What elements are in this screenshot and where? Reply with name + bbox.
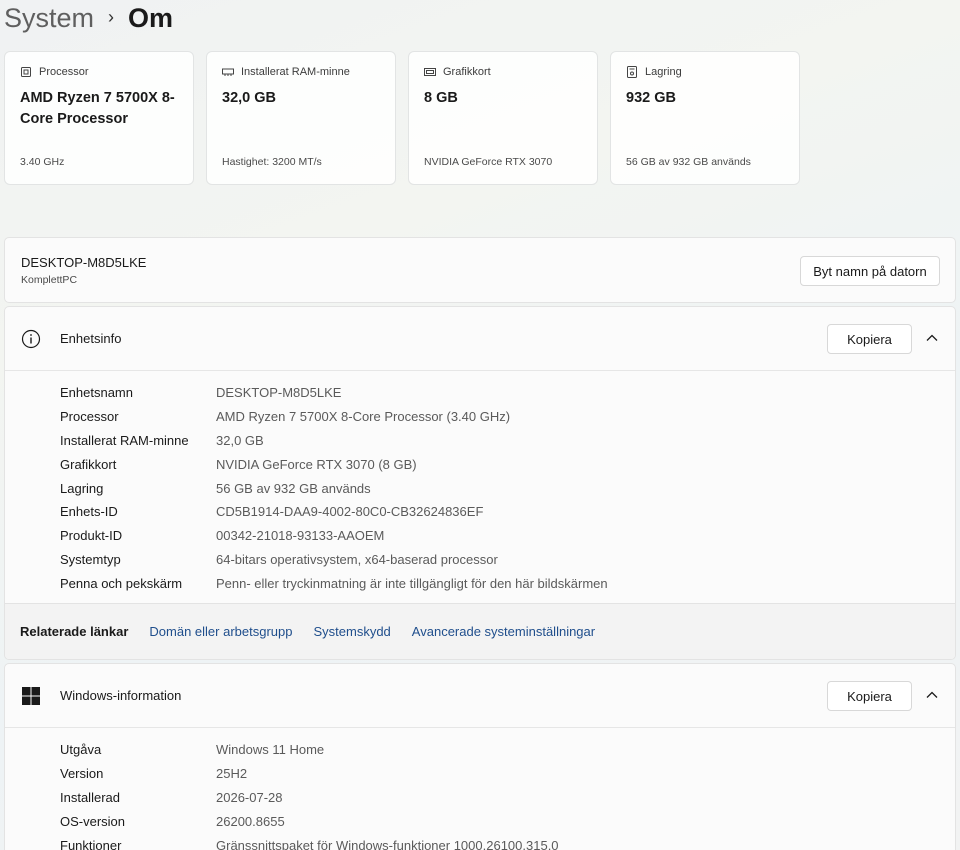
pc-name: DESKTOP-M8D5LKE [21, 255, 147, 270]
ram-card-value: 32,0 GB [222, 90, 276, 106]
ram-card-sub: Hastighet: 3200 MT/s [222, 156, 322, 168]
device-info-list: Enhetsnamn DESKTOP-M8D5LKE Processor AMD R… [60, 381, 608, 595]
info-value: 32,0 GB [216, 432, 264, 448]
processor-icon [20, 66, 32, 78]
processor-card-sub: 3.40 GHz [20, 156, 65, 168]
info-value: Penn- eller tryckinmatning är inte tillg… [216, 575, 608, 591]
info-label: Produkt-ID [60, 528, 123, 544]
info-row: Enhets-ID CD5B1914-DAA9-4002-80C0-CB32624… [60, 500, 608, 524]
info-row: Installerad 2026-07-28 [60, 786, 559, 810]
info-label: Utgåva [60, 742, 102, 758]
info-label: Installerad [60, 789, 120, 805]
info-row: Version 25H2 [60, 762, 559, 786]
graphics-card-value: 8 GB [424, 90, 458, 106]
info-row: Processor AMD Ryzen 7 5700X 8-Core Proces… [60, 405, 608, 429]
ram-card-label: Installerat RAM-minne [241, 66, 350, 78]
info-row: Penna och pekskärm Penn- eller tryckinmat… [60, 571, 608, 595]
info-label: Version [60, 766, 104, 782]
breadcrumb-separator-icon: › [108, 7, 115, 27]
info-row: Produkt-ID 00342-21018-93133-AAOEM [60, 524, 608, 548]
info-row: Installerat RAM-minne 32,0 GB [60, 429, 608, 453]
copy-windows-info-button[interactable]: Kopiera [827, 681, 912, 711]
graphics-card-sub: NVIDIA GeForce RTX 3070 [424, 156, 553, 168]
info-row: OS-version 26200.8655 [60, 809, 559, 833]
info-row: Enhetsnamn DESKTOP-M8D5LKE [60, 381, 608, 405]
windows-info-list: Utgåva Windows 11 Home Version 25H2 Instal… [60, 738, 559, 850]
pc-name-panel: DESKTOP-M8D5LKE KomplettPC Byt namn på d… [4, 237, 956, 303]
windows-info-title: Windows-information [60, 688, 182, 703]
info-value: Gränssnittspaket för Windows-funktioner … [216, 837, 559, 850]
info-label: Funktioner [60, 837, 122, 850]
info-value: NVIDIA GeForce RTX 3070 (8 GB) [216, 456, 417, 472]
processor-card: Processor AMD Ryzen 7 5700X 8-Core Proce… [4, 51, 194, 185]
ram-icon [222, 66, 234, 78]
info-value: 56 GB av 932 GB används [216, 480, 371, 496]
info-label: Lagring [60, 480, 104, 496]
chevron-up-icon[interactable] [925, 688, 939, 702]
device-info-title: Enhetsinfo [60, 331, 122, 346]
link-domain-workgroup[interactable]: Domän eller arbetsgrupp [149, 624, 292, 639]
info-icon [21, 329, 41, 349]
info-value: 25H2 [216, 766, 248, 782]
windows-logo-icon [21, 686, 41, 706]
info-label: Enhets-ID [60, 504, 118, 520]
storage-card-value: 932 GB [626, 90, 676, 106]
related-links-title: Relaterade länkar [20, 624, 129, 639]
info-row: Funktioner Gränssnittspaket för Windows-f… [60, 833, 559, 850]
rename-pc-button[interactable]: Byt namn på datorn [800, 256, 940, 286]
storage-card-sub: 56 GB av 932 GB används [626, 156, 751, 168]
graphics-card-label: Grafikkort [443, 66, 491, 78]
storage-card: Lagring 932 GB 56 GB av 932 GB används [610, 51, 800, 185]
processor-card-label: Processor [39, 66, 89, 78]
copy-device-info-button[interactable]: Kopiera [827, 324, 912, 354]
page-title: Om [128, 3, 174, 33]
processor-card-value: AMD Ryzen 7 5700X 8-Core Processor [20, 90, 175, 127]
device-info-header[interactable]: Enhetsinfo Kopiera [5, 307, 955, 371]
info-value: 2026-07-28 [216, 789, 283, 805]
info-value: 00342-21018-93133-AAOEM [216, 528, 385, 544]
info-row: Grafikkort NVIDIA GeForce RTX 3070 (8 GB) [60, 452, 608, 476]
related-links-bar: Relaterade länkar Domän eller arbetsgrup… [5, 603, 955, 659]
chevron-up-icon[interactable] [925, 331, 939, 345]
storage-card-label: Lagring [645, 66, 682, 78]
link-advanced-system-settings[interactable]: Avancerade systeminställningar [412, 624, 595, 639]
storage-icon [626, 66, 638, 78]
info-label: Grafikkort [60, 456, 117, 472]
link-system-protection[interactable]: Systemskydd [313, 624, 390, 639]
breadcrumb-system[interactable]: System [4, 1, 94, 35]
graphics-card: Grafikkort 8 GB NVIDIA GeForce RTX 3070 [408, 51, 598, 185]
info-label: Penna och pekskärm [60, 575, 183, 591]
info-label: Systemtyp [60, 551, 121, 567]
ram-card: Installerat RAM-minne 32,0 GB Hastighet:… [206, 51, 396, 185]
info-label: Processor [60, 409, 119, 425]
info-value: CD5B1914-DAA9-4002-80C0-CB32624836EF [216, 504, 484, 520]
info-label: Enhetsnamn [60, 385, 133, 401]
info-value: 64-bitars operativsystem, x64-baserad pr… [216, 551, 498, 567]
info-value: DESKTOP-M8D5LKE [216, 385, 342, 401]
windows-info-section: Windows-information Kopiera Utgåva Window… [4, 663, 956, 850]
info-value: AMD Ryzen 7 5700X 8-Core Processor (3.40… [216, 409, 511, 425]
info-label: OS-version [60, 813, 126, 829]
breadcrumb: System › Om [4, 0, 173, 36]
info-value: 26200.8655 [216, 813, 285, 829]
info-value: Windows 11 Home [216, 742, 325, 758]
info-row: Systemtyp 64-bitars operativsystem, x64-b… [60, 548, 608, 572]
info-row: Lagring 56 GB av 932 GB används [60, 476, 608, 500]
info-label: Installerat RAM-minne [60, 432, 189, 448]
graphics-card-icon [424, 66, 436, 78]
pc-model: KomplettPC [21, 274, 78, 286]
info-row: Utgåva Windows 11 Home [60, 738, 559, 762]
windows-info-header[interactable]: Windows-information Kopiera [5, 664, 955, 728]
device-info-section: Enhetsinfo Kopiera Enhetsnamn DESKTOP-M8D… [4, 306, 956, 660]
